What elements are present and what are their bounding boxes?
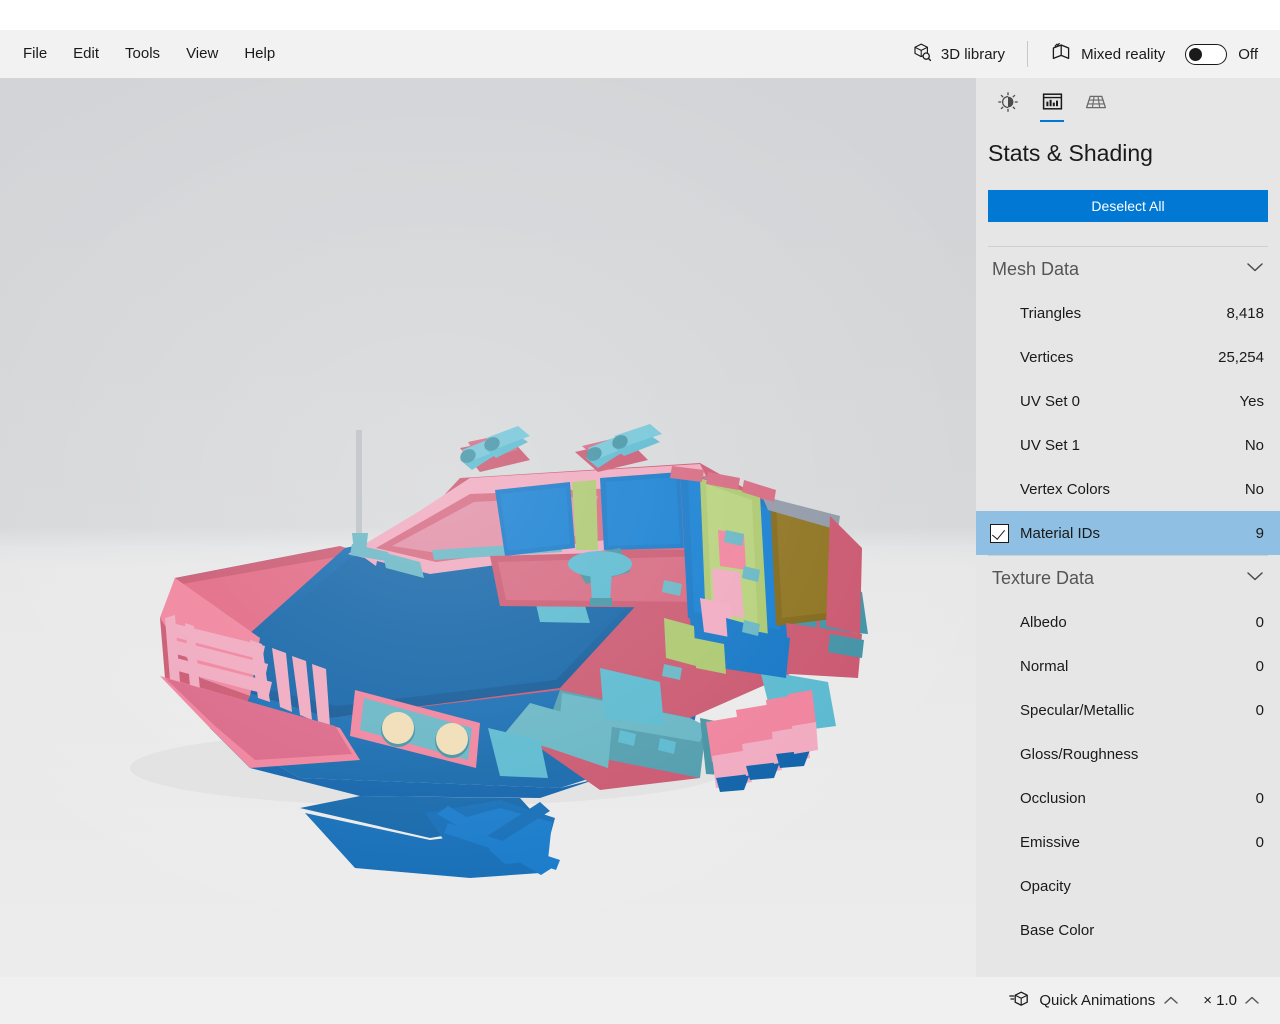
material-ids-checkbox[interactable] — [988, 523, 1010, 543]
table-row[interactable]: Gloss/Roughness — [976, 732, 1280, 776]
table-row[interactable]: UV Set 1 No — [976, 423, 1280, 467]
tab-stats-shading[interactable] — [1030, 86, 1074, 122]
group-label-texture-data: Texture Data — [992, 567, 1095, 588]
group-header-texture-data[interactable]: Texture Data — [976, 556, 1280, 600]
chevron-up-icon[interactable] — [1163, 995, 1179, 1006]
chevron-down-icon — [1246, 569, 1264, 587]
menu-help[interactable]: Help — [231, 38, 288, 70]
menu-bar-right: 3D library Mixed reality Off — [901, 30, 1280, 78]
menu-tools[interactable]: Tools — [112, 38, 173, 70]
row-value: 0 — [1255, 833, 1264, 851]
row-label: Albedo — [1020, 613, 1067, 631]
row-value: 0 — [1255, 789, 1264, 807]
3d-viewport[interactable] — [0, 78, 976, 977]
animation-speed-button[interactable]: × 1.0 — [1197, 986, 1266, 1015]
table-row[interactable]: Albedo 0 — [976, 600, 1280, 644]
quick-animations-button[interactable]: Quick Animations — [1003, 984, 1185, 1018]
row-label: Vertex Colors — [1020, 480, 1111, 498]
row-value: No — [1244, 480, 1264, 498]
deselect-all-button[interactable]: Deselect All — [988, 190, 1268, 222]
chevron-down-icon — [1246, 260, 1264, 278]
menu-separator — [1027, 41, 1029, 67]
mixed-reality-button[interactable]: Mixed reality — [1040, 36, 1175, 72]
perspective-grid-icon — [1085, 93, 1107, 116]
row-label: UV Set 0 — [1020, 392, 1081, 410]
chevron-up-icon[interactable] — [1244, 995, 1260, 1006]
bar-chart-icon — [1042, 92, 1063, 116]
table-row[interactable]: Occlusion 0 — [976, 776, 1280, 820]
row-value: No — [1244, 436, 1264, 454]
status-bar: Quick Animations × 1.0 — [0, 977, 1280, 1024]
quick-animations-label: Quick Animations — [1039, 992, 1156, 1009]
3d-library-button[interactable]: 3D library — [901, 36, 1015, 73]
stats-shading-panel: Stats & Shading Deselect All Mesh Data T… — [976, 78, 1280, 977]
table-row[interactable]: Opacity — [976, 864, 1280, 908]
vehicle-model[interactable] — [0, 78, 976, 977]
title-bar — [0, 0, 1280, 30]
table-row[interactable]: UV Set 0 Yes — [976, 379, 1280, 423]
animated-cube-icon — [1009, 990, 1031, 1012]
mixed-reality-state-label: Off — [1238, 45, 1258, 63]
table-row[interactable]: Specular/Metallic 0 — [976, 688, 1280, 732]
row-label: Emissive — [1020, 833, 1081, 851]
menu-edit[interactable]: Edit — [60, 38, 112, 70]
row-label: Base Color — [1020, 921, 1095, 939]
tab-lighting[interactable] — [986, 86, 1030, 122]
row-label: UV Set 1 — [1020, 436, 1081, 454]
mixed-reality-toggle-wrap: Off — [1175, 38, 1264, 71]
menu-bar-left: File Edit Tools View Help — [0, 38, 288, 70]
table-row[interactable]: Vertex Colors No — [976, 467, 1280, 511]
row-value: 25,254 — [1218, 348, 1264, 366]
row-value: 0 — [1255, 701, 1264, 719]
toggle-knob — [1189, 47, 1203, 61]
row-value: 0 — [1255, 613, 1264, 631]
row-label: Normal — [1020, 657, 1069, 675]
app-root: File Edit Tools View Help 3D library Mix… — [0, 0, 1280, 1024]
sun-icon — [998, 91, 1018, 117]
mixed-reality-label: Mixed reality — [1081, 45, 1166, 63]
menu-file[interactable]: File — [10, 38, 60, 70]
group-header-mesh-data[interactable]: Mesh Data — [976, 247, 1280, 291]
row-label: Specular/Metallic — [1020, 701, 1135, 719]
row-value: Yes — [1239, 392, 1264, 410]
row-value: 8,418 — [1226, 304, 1264, 322]
row-label: Gloss/Roughness — [1020, 745, 1139, 763]
table-row[interactable]: Normal 0 — [976, 644, 1280, 688]
row-label: Material IDs — [1020, 524, 1101, 542]
mixed-reality-icon — [1050, 42, 1072, 66]
mixed-reality-toggle[interactable] — [1185, 43, 1228, 65]
table-row-material-ids[interactable]: Material IDs 9 — [976, 511, 1280, 555]
cube-search-icon — [911, 42, 932, 67]
table-row[interactable]: Emissive 0 — [976, 820, 1280, 864]
table-row[interactable]: Base Color — [976, 908, 1280, 952]
row-label: Vertices — [1020, 348, 1074, 366]
row-label: Triangles — [1020, 304, 1082, 322]
table-row[interactable]: Triangles 8,418 — [976, 291, 1280, 335]
animation-speed-label: × 1.0 — [1203, 992, 1237, 1009]
menu-bar: File Edit Tools View Help 3D library Mix… — [0, 30, 1280, 78]
group-label-mesh-data: Mesh Data — [992, 258, 1080, 279]
row-label: Occlusion — [1020, 789, 1086, 807]
page-title: Stats & Shading — [988, 140, 1153, 166]
3d-library-label: 3D library — [940, 45, 1006, 63]
menu-view[interactable]: View — [173, 38, 231, 70]
row-value: 0 — [1255, 657, 1264, 675]
tab-active-underline — [1040, 119, 1064, 122]
table-row[interactable]: Vertices 25,254 — [976, 335, 1280, 379]
tab-grid[interactable] — [1074, 86, 1118, 122]
row-value: 9 — [1255, 524, 1264, 542]
row-label: Opacity — [1020, 877, 1071, 895]
panel-tab-strip — [976, 78, 1280, 122]
